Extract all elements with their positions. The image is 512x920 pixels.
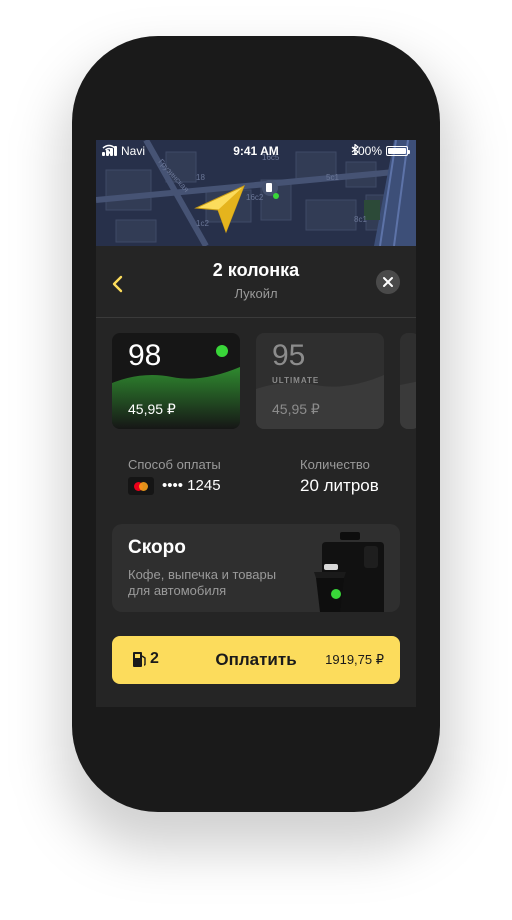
fuel-grade: ULTIMATE [272, 376, 320, 385]
station-name: Лукойл [234, 286, 278, 301]
pay-button[interactable]: 2 Оплатить 1919,75 ₽ [112, 636, 400, 684]
fuel-wave-graphic [400, 381, 416, 429]
station-header: 2 колонка Лукойл [96, 246, 416, 318]
promo-title: Скоро [128, 537, 186, 558]
payment-method-label: Способ оплаты [128, 457, 221, 472]
fuel-card-95-ultimate[interactable]: 95 ULTIMATE 45,95 ₽ [256, 333, 384, 429]
map-view[interactable]: Грузинская 16с5 18 5с1 16с2 8с1 1с2 Navi… [96, 140, 416, 246]
selected-indicator [216, 345, 228, 357]
fuel-price: 45,95 ₽ [128, 401, 176, 417]
fuel-card-98[interactable]: 98 45,95 ₽ [112, 333, 240, 429]
total-price: 1919,75 ₽ [325, 652, 384, 667]
map-building-label: 8с1 [354, 215, 367, 224]
close-icon[interactable] [376, 270, 400, 294]
app-screen: Грузинская 16с5 18 5с1 16с2 8с1 1с2 Navi… [96, 140, 416, 707]
map-building-label: 18 [196, 173, 205, 182]
fuel-octane: 98 [128, 339, 162, 372]
promo-banner[interactable]: Скоро Кофе, выпечка и товары для автомоб… [112, 524, 400, 612]
quantity-label: Количество [300, 457, 370, 472]
map-building-label: 1с2 [196, 219, 209, 228]
fuel-price: 45,95 ₽ [272, 401, 320, 417]
quantity-value[interactable]: 20 литров [300, 476, 379, 496]
fuel-card-next[interactable] [400, 333, 416, 429]
status-bar: Navi 9:41 AM 100% [96, 140, 416, 162]
battery-icon [386, 146, 410, 156]
coffee-cup-icon [314, 564, 346, 612]
status-right: 100% [351, 144, 410, 158]
page-title: 2 колонка [212, 260, 300, 280]
fuel-octane: 95 [272, 339, 306, 372]
mastercard-icon[interactable] [128, 477, 154, 495]
bluetooth-icon [351, 144, 360, 155]
card-number[interactable]: •••• 1245 [162, 477, 221, 494]
map-building-label: 5с1 [326, 173, 339, 182]
promo-text: Кофе, выпечка и товары для автомобиля [128, 567, 277, 598]
map-building-label: 16с2 [246, 193, 264, 202]
